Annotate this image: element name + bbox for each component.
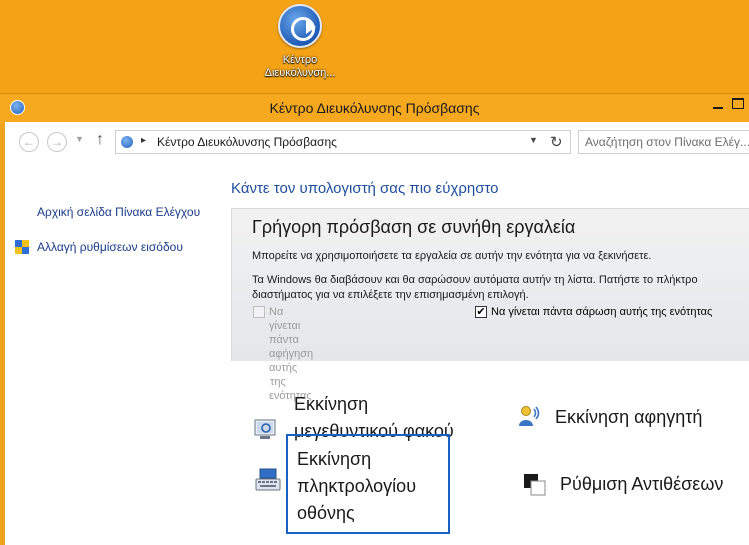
start-on-screen-keyboard-label-1: Εκκίνηση — [297, 449, 372, 469]
desktop-shortcut-label: Κέντρο Διευκόλυνση... — [264, 54, 336, 79]
start-on-screen-keyboard-link[interactable]: Εκκίνηση πληκτρολογίου οθόνης — [255, 446, 445, 530]
always-read-section-checkbox[interactable] — [253, 306, 265, 318]
recent-locations-dropdown[interactable]: ▼ — [75, 134, 84, 144]
start-narrator-label: Εκκίνηση αφηγητή — [555, 407, 703, 427]
quick-access-title: Γρήγορη πρόσβαση σε συνήθη εργαλεία — [252, 217, 576, 237]
minimize-button[interactable] — [713, 107, 723, 109]
magnifier-icon — [254, 419, 276, 439]
shield-icon — [15, 240, 29, 255]
always-read-section-label: Να γίνεται πάντα αφήγηση αυτής της ενότη… — [269, 306, 314, 402]
up-button[interactable]: ↑ — [96, 131, 104, 149]
start-on-screen-keyboard-label-2: πληκτρολογίου — [297, 476, 417, 496]
sidebar-item-change-input-settings[interactable]: Αλλαγή ρυθμίσεων εισόδου — [37, 240, 183, 254]
desktop-shortcut-ease-of-access[interactable]: Κέντρο Διευκόλυνση... — [256, 4, 344, 80]
ease-of-access-window: Κέντρο Διευκόλυνσης Πρόσβασης ← → ▼ ↑ ▸ … — [0, 93, 749, 545]
sidebar-item-control-panel-home[interactable]: Αρχική σελίδα Πίνακα Ελέγχου — [37, 205, 200, 219]
maximize-button[interactable] — [732, 98, 744, 109]
start-narrator-link[interactable]: Εκκίνηση αφηγητή — [517, 404, 749, 434]
ease-of-access-icon — [120, 135, 134, 149]
page-title: Κάντε τον υπολογιστή σας πιο εύχρηστο — [231, 180, 499, 197]
set-up-high-contrast-label: Ρύθμιση Αντιθέσεων — [560, 474, 724, 494]
always-scan-section-label[interactable]: Να γίνεται πάντα σάρωση αυτής της ενότητ… — [491, 305, 712, 319]
address-dropdown[interactable]: ▼ — [529, 135, 538, 145]
search-input[interactable]: Αναζήτηση στον Πίνακα Ελέγ... — [578, 130, 749, 154]
quick-access-panel: Γρήγορη πρόσβαση σε συνήθη εργαλεία Μπορ… — [231, 208, 749, 402]
back-button[interactable]: ← — [19, 132, 39, 152]
set-up-high-contrast-link[interactable]: Ρύθμιση Αντιθέσεων — [523, 471, 749, 501]
breadcrumb-separator[interactable]: ▸ — [141, 135, 146, 146]
window-client-area: ← → ▼ ↑ ▸ Κέντρο Διευκόλυνσης Πρόσβασης … — [5, 122, 749, 545]
forward-button[interactable]: → — [47, 132, 67, 152]
quick-access-scan-description: Τα Windows θα διαβάσουν και θα σαρώσουν … — [252, 274, 698, 301]
title-bar[interactable]: Κέντρο Διευκόλυνσης Πρόσβασης — [0, 94, 749, 122]
window-title: Κέντρο Διευκόλυνσης Πρόσβασης — [269, 100, 480, 116]
refresh-icon[interactable]: ↻ — [550, 133, 563, 151]
start-on-screen-keyboard-label-3: οθόνης — [297, 503, 355, 523]
keyboard-icon — [255, 468, 281, 491]
narrator-icon — [519, 406, 540, 426]
always-scan-section-checkbox[interactable]: ✔ — [475, 306, 487, 318]
address-box[interactable]: ▸ Κέντρο Διευκόλυνσης Πρόσβασης ▼ ↻ — [115, 130, 571, 154]
start-magnifier-label-1: Εκκίνηση — [294, 394, 369, 414]
breadcrumb[interactable]: Κέντρο Διευκόλυνσης Πρόσβασης — [157, 135, 337, 149]
navigation-bar: ← → ▼ ↑ ▸ Κέντρο Διευκόλυνσης Πρόσβασης … — [5, 122, 749, 164]
quick-access-description: Μπορείτε να χρησιμοποιήσετε τα εργαλεία … — [252, 250, 652, 262]
high-contrast-icon — [524, 474, 546, 496]
ease-of-access-icon — [278, 4, 322, 48]
left-pane: Αρχική σελίδα Πίνακα Ελέγχου Αλλαγή ρυθμ… — [5, 164, 227, 545]
